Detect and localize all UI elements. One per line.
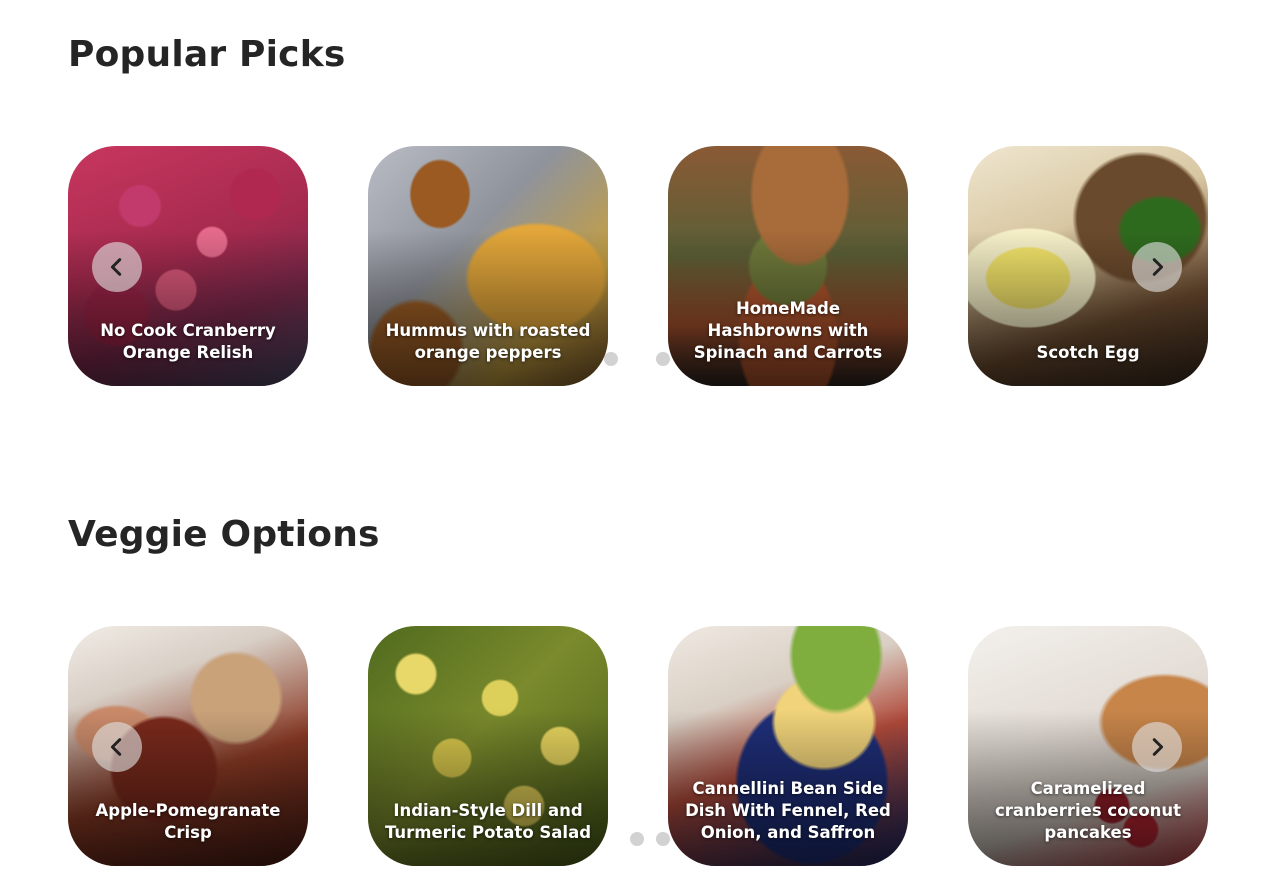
- recipe-title: Caramelized cranberries coconut pancakes: [994, 779, 1182, 842]
- chevron-right-icon: [1152, 738, 1164, 756]
- recipe-title: Apple-Pomegranate Crisp: [95, 801, 281, 842]
- carousel-next-button[interactable]: [1132, 242, 1182, 292]
- carousel-prev-button[interactable]: [92, 722, 142, 772]
- recipe-carousel: Apple-Pomegranate Crisp Indian-Style Dil…: [0, 626, 1271, 868]
- recipe-card[interactable]: Indian-Style Dill and Turmeric Potato Sa…: [368, 626, 608, 866]
- recipe-card[interactable]: HomeMade Hashbrowns with Spinach and Car…: [668, 146, 908, 386]
- chevron-left-icon: [110, 258, 122, 276]
- section-title: Veggie Options: [68, 514, 380, 555]
- pagination-dot[interactable]: [604, 352, 618, 366]
- recipe-title: Hummus with roasted orange peppers: [385, 321, 591, 362]
- recipe-card[interactable]: Hummus with roasted orange peppers: [368, 146, 608, 386]
- pagination-dot[interactable]: [656, 352, 670, 366]
- recipe-title: Scotch Egg: [1036, 343, 1140, 362]
- pagination-dot[interactable]: [656, 832, 670, 846]
- popular-picks-section: Popular Picks No Cook Cranberry Orange R…: [0, 0, 1271, 440]
- recipe-title: Indian-Style Dill and Turmeric Potato Sa…: [384, 801, 592, 842]
- pagination-dot[interactable]: [630, 832, 644, 846]
- recipe-carousel: No Cook Cranberry Orange Relish Hummus w…: [0, 146, 1271, 388]
- chevron-left-icon: [110, 738, 122, 756]
- recipe-card[interactable]: Cannellini Bean Side Dish With Fennel, R…: [668, 626, 908, 866]
- chevron-right-icon: [1152, 258, 1164, 276]
- veggie-options-section: Veggie Options Apple-Pomegranate Crisp I…: [0, 480, 1271, 887]
- carousel-next-button[interactable]: [1132, 722, 1182, 772]
- recipe-title: No Cook Cranberry Orange Relish: [100, 321, 276, 362]
- recipe-title: Cannellini Bean Side Dish With Fennel, R…: [685, 779, 891, 842]
- carousel-prev-button[interactable]: [92, 242, 142, 292]
- section-title: Popular Picks: [68, 34, 346, 75]
- recipe-title: HomeMade Hashbrowns with Spinach and Car…: [693, 299, 883, 362]
